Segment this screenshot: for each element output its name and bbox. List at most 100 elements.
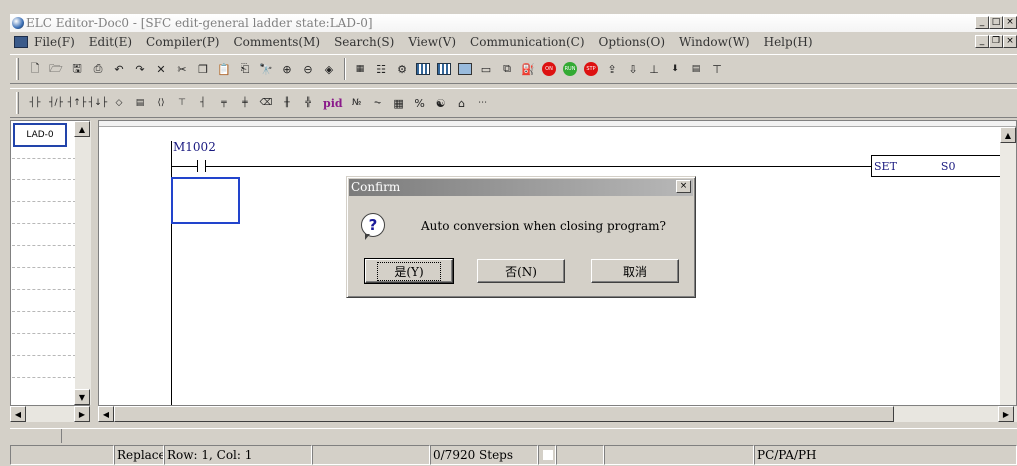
title-bar[interactable]: ELC Editor-Doc0 - [SFC edit-general ladd…: [10, 14, 1017, 32]
end-instruction-icon[interactable]: ▦: [350, 59, 370, 79]
redo-icon[interactable]: ↷: [130, 59, 150, 79]
upload-icon[interactable]: ⇪: [602, 59, 622, 79]
menu-view[interactable]: View(V): [408, 35, 456, 49]
menu-window[interactable]: Window(W): [679, 35, 750, 49]
cancel-button[interactable]: 取消: [591, 259, 679, 283]
pulse-icon[interactable]: ⏦: [368, 93, 388, 113]
disabled-tool-icon: ⋯: [478, 98, 488, 108]
rung-wire: [205, 166, 871, 167]
book-icon[interactable]: ◈: [319, 59, 339, 79]
step-icon[interactable]: ╬: [298, 93, 318, 113]
f8-hline-icon[interactable]: ⊤: [172, 93, 192, 113]
menu-communication[interactable]: Communication(C): [470, 35, 585, 49]
menu-comments[interactable]: Comments(M): [233, 35, 320, 49]
comm-setting-icon[interactable]: ⧉: [497, 59, 517, 79]
connection-icon[interactable]: ⛽: [518, 59, 538, 79]
zoom-out-icon[interactable]: ⊖: [298, 59, 318, 79]
ladder-horizontal-scrollbar[interactable]: ◀ ▶: [98, 406, 1017, 422]
scroll-down-icon[interactable]: ▼: [74, 389, 90, 405]
copy-icon[interactable]: ❐: [193, 59, 213, 79]
numeric-icon[interactable]: №: [347, 93, 367, 113]
toolbar-grip[interactable]: [16, 58, 19, 80]
sfc-mode-icon[interactable]: ⚙: [392, 59, 412, 79]
ladder-scroll-right-icon[interactable]: ▶: [998, 406, 1014, 422]
download-icon[interactable]: ⇩: [623, 59, 643, 79]
f2-contact-nc-icon[interactable]: ┤/├: [46, 93, 66, 113]
cut-icon[interactable]: ✂: [172, 59, 192, 79]
f5-coil-icon[interactable]: ◇: [109, 93, 129, 113]
menu-help[interactable]: Help(H): [764, 35, 813, 49]
f4-falling-icon[interactable]: ┤↓├: [88, 93, 108, 113]
table-icon[interactable]: ▦: [389, 93, 409, 113]
ladder-scroll-up-icon[interactable]: ▲: [1000, 127, 1016, 143]
edit-cursor[interactable]: [171, 177, 240, 224]
device-comment-icon[interactable]: [434, 59, 454, 79]
f11-stepladder-icon[interactable]: ╤: [214, 93, 234, 113]
maximize-icon[interactable]: □: [989, 16, 1003, 29]
binary-icon[interactable]: ▤: [686, 59, 706, 79]
ladder-vertical-scrollbar[interactable]: ▲: [1000, 127, 1016, 405]
building-icon[interactable]: ⌂: [452, 93, 472, 113]
dialog-close-icon[interactable]: ×: [676, 180, 691, 193]
doc-minimize-icon[interactable]: _: [975, 35, 989, 48]
new-file-icon[interactable]: 🗋: [25, 59, 45, 79]
undo-icon[interactable]: ↶: [109, 59, 129, 79]
toolbar-grip-2[interactable]: [16, 92, 19, 114]
program-icon[interactable]: ⊤: [707, 59, 727, 79]
open-folder-icon[interactable]: 🗁: [46, 59, 66, 79]
print-icon[interactable]: ⎙: [88, 59, 108, 79]
monitor-table-icon[interactable]: [455, 59, 475, 79]
f7-instruction-icon[interactable]: ⟨⟩: [151, 93, 171, 113]
save-icon[interactable]: 🖫: [67, 59, 87, 79]
paste-icon[interactable]: 📋: [214, 59, 234, 79]
instruction-list-icon[interactable]: [413, 59, 433, 79]
scroll-left-icon[interactable]: ◀: [10, 406, 26, 422]
lad-state-tab[interactable]: LAD-0: [13, 123, 67, 147]
menu-compiler[interactable]: Compiler(P): [146, 35, 219, 49]
pid-button[interactable]: pid: [323, 97, 343, 110]
doc-restore-icon[interactable]: ❐: [989, 35, 1003, 48]
f12-jump-icon[interactable]: ╪: [235, 93, 255, 113]
no-button[interactable]: 否(N): [477, 259, 565, 283]
percent-icon[interactable]: %: [410, 93, 430, 113]
ladder-scroll-left-icon[interactable]: ◀: [98, 406, 114, 422]
editor-window: ELC Editor-Doc0 - [SFC edit-general ladd…: [0, 0, 1017, 466]
sfc-vertical-scrollbar[interactable]: ▲ ▼: [74, 121, 91, 405]
menu-options[interactable]: Options(O): [599, 35, 666, 49]
scroll-right-icon[interactable]: ▶: [74, 406, 90, 422]
zoom-in-icon[interactable]: ⊕: [277, 59, 297, 79]
menu-search[interactable]: Search(S): [334, 35, 394, 49]
code-icon[interactable]: ⬇: [665, 59, 685, 79]
online-icon[interactable]: ON: [539, 59, 559, 79]
f6-function-icon[interactable]: ▤: [130, 93, 150, 113]
delete-icon[interactable]: ✕: [151, 59, 171, 79]
scroll-up-icon[interactable]: ▲: [74, 121, 90, 137]
contact-monitor-icon[interactable]: ⊥: [644, 59, 664, 79]
f3-rising-icon[interactable]: ┤↑├: [67, 93, 87, 113]
delete-line-icon[interactable]: ⌫: [256, 93, 276, 113]
dialog-title-bar[interactable]: Confirm ×: [349, 179, 693, 196]
find-icon[interactable]: 🔭: [256, 59, 276, 79]
close-icon[interactable]: ×: [1003, 16, 1017, 29]
yes-button[interactable]: 是(Y): [364, 258, 454, 284]
f9-vline-icon[interactable]: ┤: [193, 93, 213, 113]
ladder-mode-icon[interactable]: ☷: [371, 59, 391, 79]
ladder-scroll-thumb[interactable]: [114, 406, 894, 422]
edit-window-icon[interactable]: ▭: [476, 59, 496, 79]
run-icon[interactable]: RUN: [560, 59, 580, 79]
sfc-horizontal-scrollbar[interactable]: ◀ ▶: [10, 406, 90, 422]
f1-contact-icon[interactable]: ┤├: [25, 93, 45, 113]
sfc-pane[interactable]: LAD-0 ▲ ▼: [10, 120, 91, 406]
stop-icon[interactable]: STP: [581, 59, 601, 79]
menu-edit[interactable]: Edit(E): [89, 35, 132, 49]
minimize-icon[interactable]: _: [975, 16, 989, 29]
menu-file[interactable]: File(F): [34, 35, 75, 49]
app-icon: [12, 17, 24, 29]
secondary-status-bar: [10, 428, 1017, 443]
set-instruction-box[interactable]: SET S0: [871, 155, 1007, 177]
paste-special-icon[interactable]: ⎗: [235, 59, 255, 79]
transition-icon[interactable]: ╫: [277, 93, 297, 113]
globe-icon[interactable]: ☯: [431, 93, 451, 113]
document-icon[interactable]: [14, 36, 28, 48]
doc-close-icon[interactable]: ×: [1003, 35, 1017, 48]
